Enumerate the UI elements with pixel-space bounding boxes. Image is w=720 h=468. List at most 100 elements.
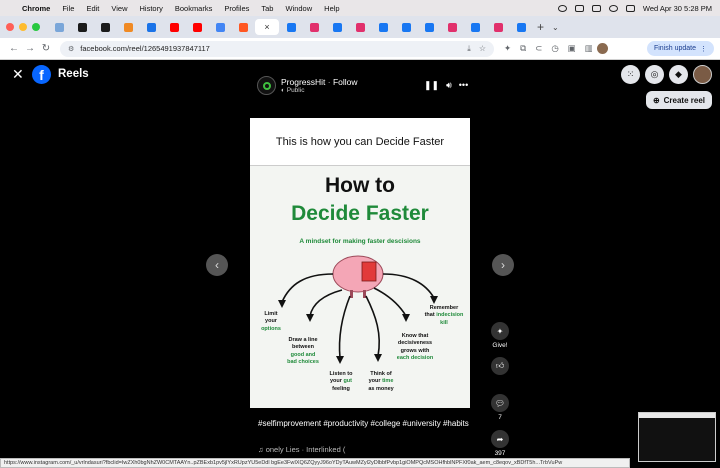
close-tab-icon[interactable]: × bbox=[264, 22, 269, 32]
reel-caption[interactable]: #selfimprovement #productivity #college … bbox=[258, 418, 474, 429]
clock[interactable]: Wed Apr 30 5:28 PM bbox=[643, 4, 712, 13]
comment-count: 7 bbox=[498, 414, 502, 421]
reel-video[interactable]: This is how you can Decide Faster How to… bbox=[250, 118, 470, 408]
video-content: How to Decide Faster A mindset for makin… bbox=[250, 166, 470, 408]
close-icon[interactable]: ✕ bbox=[12, 66, 24, 83]
record-icon[interactable] bbox=[557, 4, 567, 12]
browser-tab[interactable] bbox=[487, 19, 509, 35]
more-options-icon[interactable]: ••• bbox=[459, 80, 468, 91]
plus-icon: ⊕ bbox=[652, 95, 660, 105]
facebook-logo-icon[interactable]: f bbox=[32, 65, 51, 84]
browser-tab[interactable] bbox=[71, 19, 93, 35]
extensions-icon[interactable]: ⧉ bbox=[520, 43, 526, 54]
bookmark-star-icon[interactable]: ☆ bbox=[479, 44, 486, 54]
browser-tab[interactable] bbox=[163, 19, 185, 35]
url-text: facebook.com/reel/1265491937847117 bbox=[80, 44, 210, 53]
volume-icon[interactable]: 🔊︎ bbox=[446, 80, 452, 91]
tip-limit-options: Limit your options bbox=[261, 311, 281, 332]
create-reel-button[interactable]: ⊕ Create reel bbox=[645, 91, 712, 109]
browser-tab[interactable] bbox=[372, 19, 394, 35]
extension-puzzle-icon[interactable]: ✦ bbox=[504, 43, 511, 54]
minimize-window-button[interactable] bbox=[19, 23, 27, 31]
zoom-window-button[interactable] bbox=[32, 23, 40, 31]
browser-tab[interactable] bbox=[441, 19, 463, 35]
new-tab-icon[interactable]: + bbox=[537, 20, 544, 34]
tab-favicon-icon bbox=[516, 22, 526, 32]
author-avatar[interactable] bbox=[257, 76, 276, 95]
close-window-button[interactable] bbox=[6, 23, 14, 31]
like-button[interactable]: 👍︎ bbox=[490, 357, 510, 377]
menu-profiles[interactable]: Profiles bbox=[224, 4, 249, 13]
profile-avatar[interactable] bbox=[596, 43, 608, 54]
menu-history[interactable]: History bbox=[140, 4, 163, 13]
browser-tab[interactable] bbox=[510, 19, 532, 35]
search-icon[interactable] bbox=[608, 4, 618, 12]
previous-reel-button[interactable]: ‹ bbox=[206, 254, 228, 276]
finish-update-label: Finish update bbox=[653, 45, 696, 52]
menu-view[interactable]: View bbox=[111, 4, 127, 13]
menu-edit[interactable]: Edit bbox=[86, 4, 99, 13]
menu-file[interactable]: File bbox=[62, 4, 74, 13]
site-info-icon[interactable]: ⚙ bbox=[68, 45, 74, 53]
address-bar[interactable]: ⚙ facebook.com/reel/1265491937847117 ⤓ ☆ bbox=[60, 40, 494, 57]
browser-tab[interactable] bbox=[94, 19, 116, 35]
wifi-icon[interactable] bbox=[591, 4, 601, 12]
browser-tab[interactable] bbox=[464, 19, 486, 35]
browser-tab[interactable] bbox=[232, 19, 254, 35]
link-icon[interactable]: ⊂ bbox=[535, 43, 542, 54]
browser-tab[interactable] bbox=[209, 19, 231, 35]
browser-tab[interactable] bbox=[418, 19, 440, 35]
tip-decisiveness: Know that decisiveness grows with each deci… bbox=[396, 333, 434, 362]
music-track[interactable]: ♫ onely Lies · Interlinked ( bbox=[258, 445, 345, 454]
video-header-text: This is how you can Decide Faster bbox=[250, 118, 470, 166]
author-name[interactable]: ProgressHit bbox=[281, 77, 325, 87]
music-note-icon: ♫ bbox=[258, 445, 266, 454]
comment-button[interactable]: 💬︎ 7 bbox=[490, 394, 510, 421]
reload-icon[interactable]: ↻ bbox=[38, 43, 54, 54]
browser-tab[interactable] bbox=[117, 19, 139, 35]
tab-favicon-icon bbox=[238, 22, 248, 32]
menu-app-name[interactable]: Chrome bbox=[22, 4, 50, 13]
menu-window[interactable]: Window bbox=[285, 4, 312, 13]
give-stars-button[interactable]: ✦ Give! bbox=[490, 322, 510, 349]
menu-tab[interactable]: Tab bbox=[261, 4, 273, 13]
brain-diagram bbox=[278, 255, 438, 364]
browser-tab[interactable] bbox=[140, 19, 162, 35]
tab-favicon-icon bbox=[401, 22, 411, 32]
menu-help[interactable]: Help bbox=[324, 4, 339, 13]
browser-tab[interactable] bbox=[326, 19, 348, 35]
browser-tab[interactable] bbox=[395, 19, 417, 35]
sidepanel-icon[interactable]: ▥ bbox=[585, 43, 593, 54]
back-icon[interactable]: ← bbox=[6, 43, 22, 54]
tab-favicon-icon bbox=[192, 22, 202, 32]
window-thumbnail[interactable] bbox=[638, 412, 716, 462]
control-center-icon[interactable] bbox=[625, 4, 635, 12]
menu-bookmarks[interactable]: Bookmarks bbox=[175, 4, 213, 13]
tab-search-icon[interactable]: ⌄ bbox=[552, 23, 559, 32]
menu-grid-icon[interactable]: ⁙ bbox=[621, 65, 640, 84]
tab-active[interactable]: × bbox=[255, 19, 279, 35]
finish-update-button[interactable]: Finish update ⋮ bbox=[646, 41, 714, 56]
display-icon[interactable] bbox=[574, 4, 584, 12]
tab-favicon-icon bbox=[355, 22, 365, 32]
messenger-icon[interactable]: ◎ bbox=[645, 65, 664, 84]
next-reel-button[interactable]: › bbox=[492, 254, 514, 276]
browser-tab[interactable] bbox=[280, 19, 302, 35]
tab-favicon-icon bbox=[146, 22, 156, 32]
install-icon[interactable]: ⤓ bbox=[467, 44, 471, 54]
account-avatar[interactable] bbox=[693, 65, 712, 84]
share-button[interactable]: ➦ 397 bbox=[490, 430, 510, 457]
pause-icon[interactable]: ❚❚ bbox=[424, 80, 439, 91]
browser-tab[interactable] bbox=[186, 19, 208, 35]
playback-controls: ❚❚ 🔊︎ ••• bbox=[424, 80, 468, 91]
notifications-bell-icon[interactable]: ◆ bbox=[669, 65, 688, 84]
follow-link[interactable]: Follow bbox=[333, 77, 358, 87]
brain-illustration bbox=[332, 255, 384, 298]
screenshot-icon[interactable]: ▣ bbox=[568, 43, 576, 54]
tip-indecision-kill: Remember that indecision kill bbox=[424, 305, 464, 326]
browser-tab[interactable] bbox=[349, 19, 371, 35]
forward-icon[interactable]: → bbox=[22, 43, 38, 54]
history-icon[interactable]: ◷ bbox=[551, 43, 558, 54]
browser-tab[interactable] bbox=[303, 19, 325, 35]
browser-tab[interactable] bbox=[48, 19, 70, 35]
